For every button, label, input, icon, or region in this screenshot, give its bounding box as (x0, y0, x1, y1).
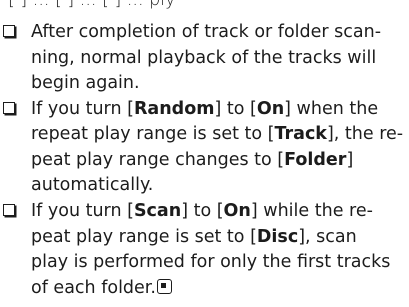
setting-value: Disc (256, 226, 299, 247)
section-end-icon (156, 278, 172, 294)
note-line: If you turn [Random] to [On] when the (31, 98, 379, 119)
checkbox-bullet-icon (3, 101, 15, 114)
note-line: of each folder. (31, 276, 172, 302)
note-line: automatically. (31, 175, 154, 195)
note-line: peat play range is set to [Disc], scan (31, 226, 357, 247)
note-line: peat play range changes to [Folder] (31, 149, 354, 170)
setting-name: Scan (133, 201, 182, 221)
note-line: repeat play range is set to [Track], the… (31, 124, 404, 144)
note-line: After completion of track or folder scan… (31, 22, 382, 42)
setting-value: Track (274, 124, 327, 144)
cut-off-top-line: [ ] ... [ ] ... [ ] ... ply (8, 0, 176, 10)
checkbox-bullet-icon (3, 204, 15, 216)
checkbox-bullet-icon (3, 25, 15, 37)
setting-name: Random (133, 98, 215, 119)
setting-value: Folder (284, 149, 347, 170)
note-line: play is performed for only the first tra… (31, 252, 391, 272)
setting-value: On (223, 201, 251, 221)
note-line: If you turn [Scan] to [On] while the re- (31, 201, 373, 221)
setting-value: On (256, 98, 285, 119)
note-line: ning, normal playback of the tracks will (31, 47, 377, 68)
note-line: begin again. (31, 73, 140, 93)
